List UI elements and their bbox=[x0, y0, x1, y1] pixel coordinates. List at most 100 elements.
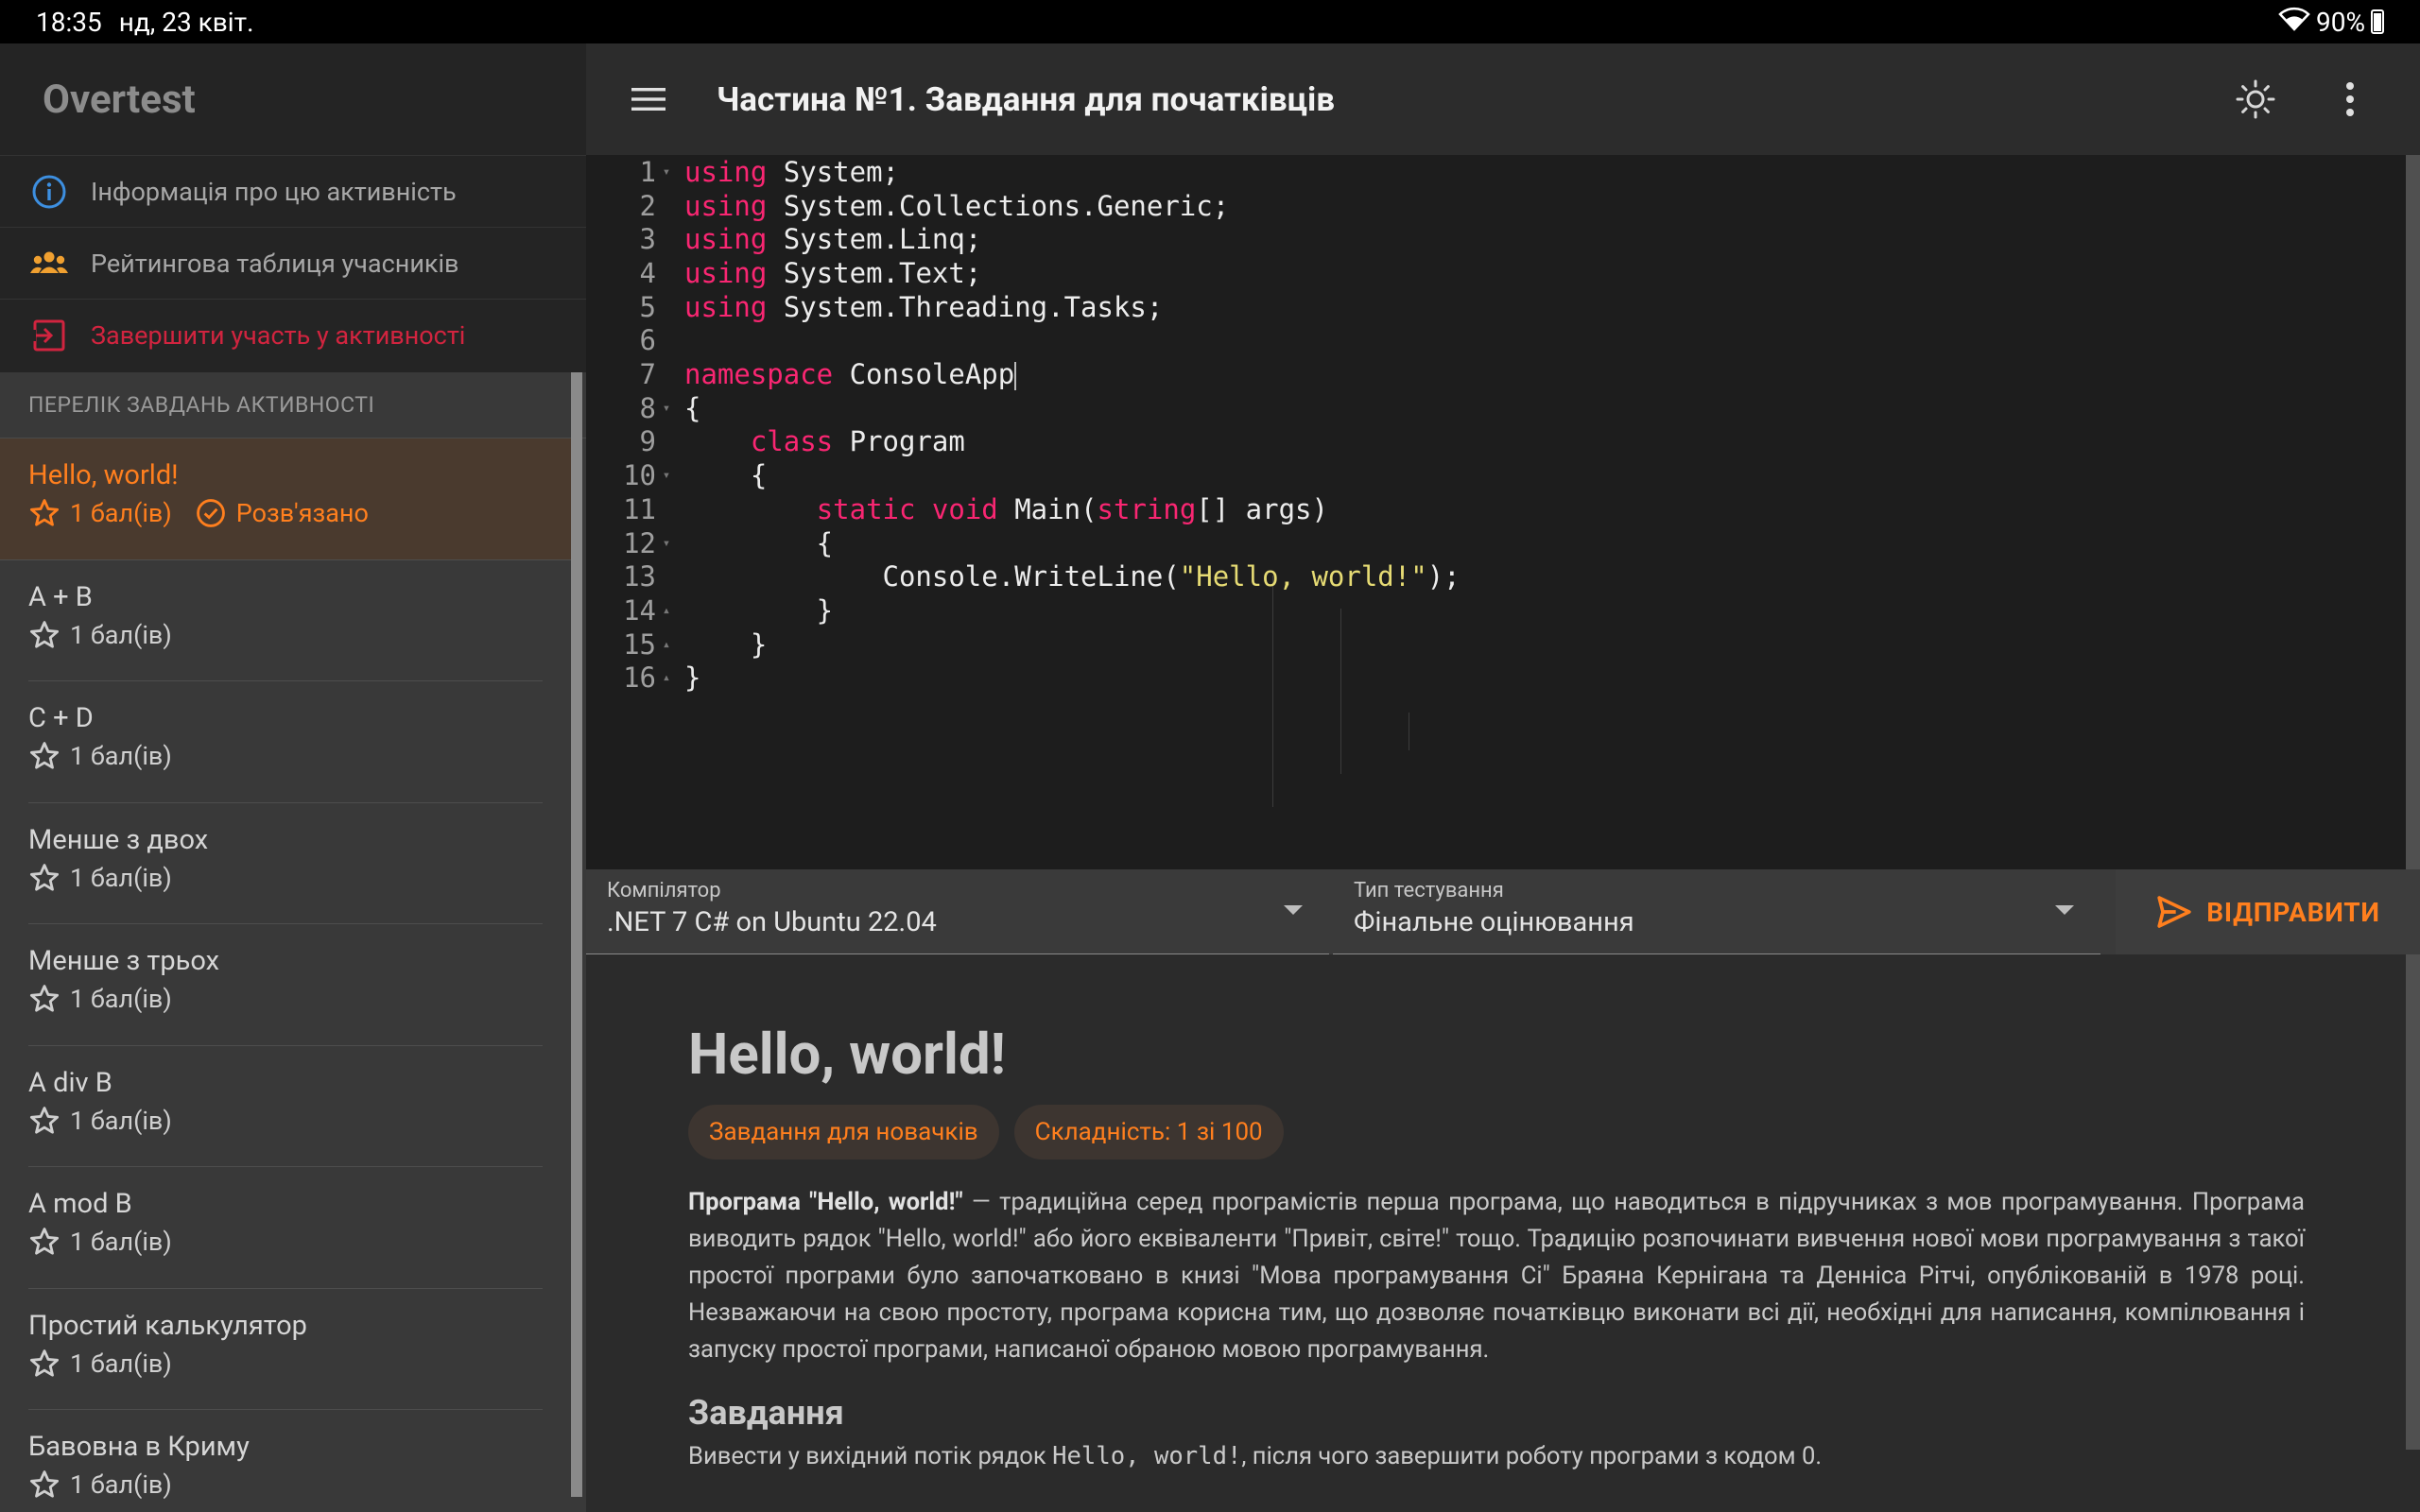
check-circle-icon bbox=[195, 497, 227, 529]
top-app-bar: Частина №1. Завдання для початківців bbox=[586, 43, 2420, 155]
page-title: Частина №1. Завдання для початківців bbox=[717, 79, 1335, 119]
task-points: 1 бал(ів) bbox=[70, 984, 172, 1014]
fold-icon[interactable]: ▾ bbox=[656, 401, 677, 416]
line-number: 6 bbox=[639, 324, 656, 357]
code-line: 12 ▾ { bbox=[586, 526, 2406, 560]
line-number: 10 bbox=[623, 459, 656, 492]
task-name: Менше з двох bbox=[28, 823, 209, 856]
sidebar-item-label: Рейтингова таблиця учасників bbox=[91, 248, 459, 279]
task-points: 1 бал(ів) bbox=[70, 1348, 172, 1379]
testing-type-select[interactable]: Тип тестування Фінальне оцінювання bbox=[1333, 869, 2100, 954]
task-name: Hello, world! bbox=[28, 459, 179, 491]
info-icon bbox=[28, 171, 70, 213]
code-line: 4 using System.Text; bbox=[586, 256, 2406, 290]
task-item-min-of-three[interactable]: Менше з трьох 1 бал(ів) bbox=[0, 924, 571, 1046]
code-line: 15 ▴ } bbox=[586, 627, 2406, 662]
task-list-header: Перелік завдань активності bbox=[0, 372, 586, 438]
menu-button[interactable] bbox=[620, 71, 677, 128]
line-number: 13 bbox=[623, 560, 656, 593]
sidebar-item-activity-info[interactable]: Інформація про цю активність bbox=[0, 155, 586, 227]
star-icon bbox=[28, 1348, 60, 1380]
task-item-a-mod-b[interactable]: A mod B 1 бал(ів) bbox=[0, 1167, 571, 1289]
line-number: 5 bbox=[639, 290, 656, 323]
status-time: 18:35 bbox=[36, 6, 102, 38]
send-icon bbox=[2155, 893, 2193, 931]
code-line: 3 using System.Linq; bbox=[586, 222, 2406, 256]
task-item-a-plus-b[interactable]: A + B 1 бал(ів) bbox=[0, 560, 571, 682]
code-line: 8 ▾ { bbox=[586, 391, 2406, 425]
star-icon bbox=[28, 983, 60, 1015]
main-scrollbar[interactable] bbox=[2406, 155, 2420, 1450]
code-line: 13 Console.WriteLine("Hello, world!"); bbox=[586, 559, 2406, 593]
compiler-select[interactable]: Компілятор .NET 7 C# on Ubuntu 22.04 bbox=[586, 869, 1329, 954]
task-points: 1 бал(ів) bbox=[70, 1227, 172, 1257]
more-vert-icon bbox=[2346, 82, 2354, 116]
more-options-button[interactable] bbox=[2322, 71, 2378, 128]
dropdown-arrow-icon bbox=[1284, 905, 1303, 915]
compiler-value: .NET 7 C# on Ubuntu 22.04 bbox=[607, 906, 937, 938]
line-number: 15 bbox=[623, 627, 656, 661]
task-list-panel: Перелік завдань активності Hello, world!… bbox=[0, 372, 586, 1512]
task-item-c-plus-d[interactable]: C + D 1 бал(ів) bbox=[0, 681, 571, 803]
star-icon bbox=[28, 619, 60, 651]
task-name: C + D bbox=[28, 702, 94, 734]
code-line: 1 ▾ using System; bbox=[586, 155, 2406, 189]
problem-description: Програма "Hello, world!" — традиційна се… bbox=[688, 1188, 2305, 1364]
testing-type-value: Фінальне оцінювання bbox=[1354, 906, 1634, 938]
app-title[interactable]: Overtest bbox=[0, 43, 586, 155]
fold-icon[interactable]: ▾ bbox=[656, 468, 677, 483]
star-icon bbox=[28, 1226, 60, 1258]
sidebar-item-leaderboard[interactable]: Рейтингова таблиця учасників bbox=[0, 227, 586, 299]
line-number: 16 bbox=[623, 662, 656, 695]
task-item-min-of-two[interactable]: Менше з двох 1 бал(ів) bbox=[0, 803, 571, 925]
line-number: 1 bbox=[639, 155, 656, 188]
code-line: 16 ▴ } bbox=[586, 662, 2406, 696]
task-heading: Завдання bbox=[688, 1393, 844, 1433]
testing-type-label: Тип тестування bbox=[1354, 879, 1504, 902]
task-name: A + B bbox=[28, 580, 93, 613]
task-item-a-div-b[interactable]: A div B 1 бал(ів) bbox=[0, 1046, 571, 1168]
code-line: 2 using System.Collections.Generic; bbox=[586, 189, 2406, 223]
exit-icon bbox=[28, 315, 70, 356]
line-number: 7 bbox=[639, 358, 656, 391]
submission-controls: Компілятор .NET 7 C# on Ubuntu 22.04 Тип… bbox=[586, 869, 2420, 954]
sidebar-scrollbar[interactable] bbox=[571, 372, 582, 1497]
line-number: 4 bbox=[639, 256, 656, 289]
task-item-simple-calculator[interactable]: Простий калькулятор 1 бал(ів) bbox=[0, 1289, 571, 1411]
dropdown-arrow-icon bbox=[2055, 905, 2074, 915]
sidebar-item-leave-activity[interactable]: Завершити участь у активності bbox=[0, 299, 586, 370]
task-points: 1 бал(ів) bbox=[70, 741, 172, 771]
fold-icon[interactable]: ▾ bbox=[656, 536, 677, 551]
star-icon bbox=[28, 1105, 60, 1137]
code-line: 7 namespace ConsoleApp bbox=[586, 357, 2406, 391]
task-list: Hello, world! 1 бал(ів) Розв'язано A + B… bbox=[0, 438, 571, 1512]
task-points: 1 бал(ів) bbox=[70, 862, 172, 893]
status-date: нд, 23 квіт. bbox=[118, 6, 254, 38]
task-name: A mod B bbox=[28, 1188, 132, 1220]
task-name: Бавовна в Криму bbox=[28, 1431, 250, 1463]
line-number: 11 bbox=[623, 492, 656, 525]
code-line: 5 using System.Threading.Tasks; bbox=[586, 290, 2406, 324]
task-points: 1 бал(ів) bbox=[70, 1469, 172, 1500]
task-points: 1 бал(ів) bbox=[70, 498, 172, 528]
task-item-hello-world[interactable]: Hello, world! 1 бал(ів) Розв'язано bbox=[0, 438, 571, 560]
battery-icon bbox=[2371, 9, 2384, 34]
submit-button[interactable]: ВІДПРАВИТИ bbox=[2116, 869, 2420, 954]
code-editor[interactable]: 1 ▾ using System; 2 using System.Collecti… bbox=[586, 155, 2406, 869]
line-number: 8 bbox=[639, 391, 656, 424]
theme-toggle-button[interactable] bbox=[2227, 71, 2284, 128]
wifi-icon bbox=[2278, 7, 2310, 38]
code-line: 11 static void Main(string[] args) bbox=[586, 492, 2406, 526]
line-number: 9 bbox=[639, 425, 656, 458]
task-description: Вивести у вихідний потік рядок Hello, wo… bbox=[688, 1442, 1823, 1470]
line-number: 2 bbox=[639, 189, 656, 222]
problem-title: Hello, world! bbox=[688, 1021, 1006, 1088]
task-points: 1 бал(ів) bbox=[70, 1105, 172, 1136]
task-item-cotton-in-crimea[interactable]: Бавовна в Криму 1 бал(ів) bbox=[0, 1410, 571, 1512]
star-icon bbox=[28, 1469, 60, 1501]
submit-label: ВІДПРАВИТИ bbox=[2206, 896, 2380, 928]
task-points: 1 бал(ів) bbox=[70, 619, 172, 650]
code-line: 6 bbox=[586, 324, 2406, 358]
line-number: 3 bbox=[639, 223, 656, 256]
fold-icon[interactable]: ▾ bbox=[656, 164, 677, 180]
